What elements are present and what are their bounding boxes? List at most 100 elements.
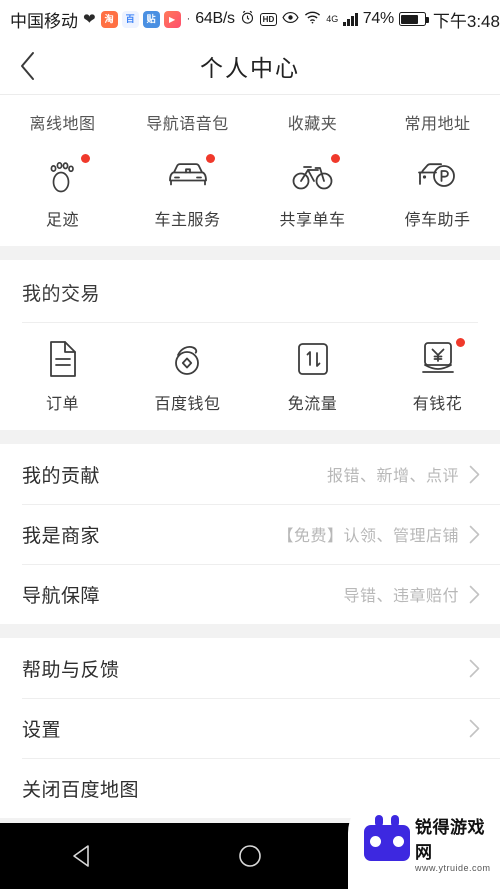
transaction-label: 百度钱包 xyxy=(154,396,221,413)
tool-label: 停车助手 xyxy=(404,212,471,229)
document-icon xyxy=(40,337,86,381)
battery-icon xyxy=(398,12,429,26)
menu-row-label: 设置 xyxy=(22,719,62,741)
tool-label: 车主服务 xyxy=(154,212,221,229)
status-bar: 中国移动 ❤ 淘 百 贴 · 64B/s HD xyxy=(0,0,500,38)
network-speed-label: 64B/s xyxy=(195,10,235,27)
carrier-label: 中国移动 xyxy=(10,11,78,31)
title-bar: 个人中心 xyxy=(0,38,500,95)
android-home-icon xyxy=(237,843,263,869)
video-icon xyxy=(163,10,181,28)
menu-row-subtitle: 【免费】认领、管理店铺 xyxy=(277,528,459,545)
hd-badge: HD xyxy=(259,12,278,26)
chevron-right-icon xyxy=(469,585,480,604)
android-back-icon xyxy=(70,843,96,869)
watermark-text: 锐得游戏网 www.ytruide.com xyxy=(415,813,496,873)
menu-row-right: 导错、违章赔付 xyxy=(343,582,480,606)
tools-row: 足迹 车主服务 共享单车 停车助手 xyxy=(0,139,500,246)
badge-dot xyxy=(455,338,465,347)
logo-ears xyxy=(375,815,399,827)
quick-link-favorites[interactable]: 收藏夹 xyxy=(250,95,375,139)
transactions-title: 我的交易 xyxy=(22,284,101,305)
quick-link-label: 收藏夹 xyxy=(287,115,338,133)
back-button[interactable] xyxy=(0,38,56,94)
chevron-right-icon xyxy=(469,525,480,544)
menu-row-help-feedback[interactable]: 帮助与反馈 xyxy=(0,638,500,698)
menu-row-settings[interactable]: 设置 xyxy=(0,698,500,758)
android-home-button[interactable] xyxy=(215,823,285,889)
section-gap xyxy=(0,624,500,638)
menu-row-i-am-merchant[interactable]: 我是商家 【免费】认领、管理店铺 xyxy=(0,504,500,564)
quick-links-row: 离线地图 导航语音包 收藏夹 常用地址 xyxy=(0,95,500,139)
footprint-icon xyxy=(40,153,90,197)
battery-percent-label: 74% xyxy=(362,10,394,27)
chevron-right-icon xyxy=(469,465,480,484)
transaction-label: 有钱花 xyxy=(412,396,463,413)
eye-icon xyxy=(282,11,299,27)
menu-group-contributions: 我的贡献 报错、新增、点评 我是商家 【免费】认领、管理店铺 导航保障 导错、违… xyxy=(0,444,500,624)
heart-icon: ❤ xyxy=(83,10,96,28)
baidu-icon: 百 xyxy=(121,10,139,28)
quick-link-label: 离线地图 xyxy=(29,115,96,133)
tool-car-service[interactable]: 车主服务 xyxy=(125,153,250,230)
tool-shared-bike[interactable]: 共享单车 xyxy=(250,153,375,230)
menu-row-subtitle: 导错、违章赔付 xyxy=(343,588,459,605)
clock-label: 下午3:48 xyxy=(432,11,500,31)
menu-row-my-contribution[interactable]: 我的贡献 报错、新增、点评 xyxy=(0,444,500,504)
quick-link-label: 导航语音包 xyxy=(146,115,229,133)
tool-parking-assistant[interactable]: 停车助手 xyxy=(375,153,500,230)
scroll-content[interactable]: 离线地图 导航语音包 收藏夹 常用地址 足迹 车主服务 共享单车 停车助手 我的… xyxy=(0,95,500,823)
wallet-coin-icon xyxy=(165,337,211,381)
menu-row-label: 关闭百度地图 xyxy=(22,779,140,801)
page-title: 个人中心 xyxy=(200,55,300,81)
watermark: 锐得游戏网 www.ytruide.com xyxy=(348,777,500,889)
badge-dot xyxy=(330,154,340,163)
badge-dot xyxy=(80,154,90,163)
menu-row-subtitle: 报错、新增、点评 xyxy=(326,468,459,485)
menu-row-label: 我是商家 xyxy=(22,525,101,547)
watermark-url: www.ytruide.com xyxy=(415,863,491,873)
menu-row-label: 我的贡献 xyxy=(22,465,101,487)
section-gap xyxy=(0,246,500,260)
android-back-button[interactable] xyxy=(48,823,118,889)
gamepad-logo-icon xyxy=(364,815,410,861)
section-gap xyxy=(0,430,500,444)
menu-row-label: 帮助与反馈 xyxy=(22,659,120,681)
menu-row-navigation-guarantee[interactable]: 导航保障 导错、违章赔付 xyxy=(0,564,500,624)
menu-row-right xyxy=(469,719,480,738)
transaction-free-data[interactable]: 免流量 xyxy=(250,337,375,414)
menu-row-right: 【免费】认领、管理店铺 xyxy=(277,522,480,546)
tool-label: 共享单车 xyxy=(279,212,346,229)
back-chevron-icon xyxy=(18,50,38,82)
signal-bars-icon xyxy=(343,12,358,26)
transaction-label: 订单 xyxy=(45,396,79,413)
chevron-right-icon xyxy=(469,659,480,678)
transactions-card: 我的交易 订单 百度钱包 免流量 有钱花 xyxy=(0,260,500,430)
bicycle-icon xyxy=(290,153,340,197)
taobao-icon: 淘 xyxy=(100,10,118,28)
quick-link-voice-pack[interactable]: 导航语音包 xyxy=(125,95,250,139)
quick-link-offline-map[interactable]: 离线地图 xyxy=(0,95,125,139)
quick-link-label: 常用地址 xyxy=(404,115,471,133)
status-app-icons: ❤ 淘 百 贴 xyxy=(83,10,181,28)
money-bag-icon xyxy=(415,337,465,381)
network-type-label: 4G xyxy=(326,14,339,24)
alarm-icon xyxy=(240,10,255,28)
menu-row-label: 导航保障 xyxy=(22,585,101,607)
separator-dot: · xyxy=(186,13,191,25)
badge-dot xyxy=(205,154,215,163)
tieba-icon: 贴 xyxy=(142,10,160,28)
car-icon xyxy=(165,153,215,197)
transaction-youqianhua[interactable]: 有钱花 xyxy=(375,337,500,414)
watermark-inner: 锐得游戏网 www.ytruide.com xyxy=(348,793,500,873)
phone-screen: 中国移动 ❤ 淘 百 贴 · 64B/s HD xyxy=(0,0,500,889)
wifi-icon xyxy=(304,11,321,27)
status-system-icons: · 64B/s HD 4G 74% xyxy=(186,10,429,28)
quick-link-common-address[interactable]: 常用地址 xyxy=(375,95,500,139)
quick-links-card: 离线地图 导航语音包 收藏夹 常用地址 足迹 车主服务 共享单车 停车助手 xyxy=(0,95,500,246)
transaction-orders[interactable]: 订单 xyxy=(0,337,125,414)
menu-row-right xyxy=(469,659,480,678)
transaction-baidu-wallet[interactable]: 百度钱包 xyxy=(125,337,250,414)
car-parking-icon xyxy=(415,153,461,197)
tool-footprint[interactable]: 足迹 xyxy=(0,153,125,230)
